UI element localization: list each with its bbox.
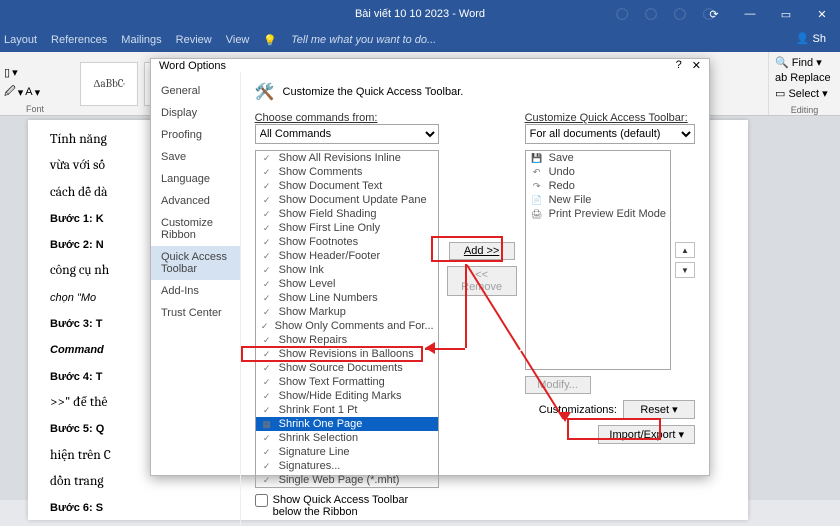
command-item[interactable]: ▦Shrink One Page: [256, 417, 438, 431]
tab-view[interactable]: View: [226, 34, 250, 46]
move-up-button[interactable]: ▲: [675, 242, 695, 258]
cat-language[interactable]: Language: [151, 168, 240, 190]
find-button[interactable]: 🔍 Find ▾: [775, 56, 834, 69]
cat-save[interactable]: Save: [151, 146, 240, 168]
choose-label: Choose commands from:: [255, 112, 439, 124]
command-item[interactable]: ✓Show First Line Only: [256, 221, 438, 235]
command-item[interactable]: ✓Show Revisions in Balloons: [256, 347, 438, 361]
command-item[interactable]: ✓Shrink Font 1 Pt: [256, 403, 438, 417]
command-item[interactable]: ✓Single Web Page (*.mht): [256, 473, 438, 487]
command-item[interactable]: ✓Show Line Numbers: [256, 291, 438, 305]
command-item[interactable]: ✓Show Source Documents: [256, 361, 438, 375]
auto-save-icon[interactable]: ⟳: [700, 4, 728, 24]
tab-references[interactable]: References: [51, 34, 107, 46]
qat-item[interactable]: 💾Save: [526, 151, 670, 165]
command-item[interactable]: ✓Show Markup: [256, 305, 438, 319]
window-controls: ⟳ — ▭ ✕: [700, 0, 836, 28]
qat-item[interactable]: ↷Redo: [526, 179, 670, 193]
command-item[interactable]: ✓Show Only Comments and For...: [256, 319, 438, 333]
qat-item[interactable]: 🖨Print Preview Edit Mode: [526, 207, 670, 221]
maximize-icon[interactable]: ▭: [772, 4, 800, 24]
share-button[interactable]: 👤 Sh: [788, 30, 834, 47]
tab-review[interactable]: Review: [176, 34, 212, 46]
titlebar: Bài viết 10 10 2023 - Word ◌ ◌ ◌ ◌ ⟳ — ▭…: [0, 0, 840, 28]
cat-customize-ribbon[interactable]: Customize Ribbon: [151, 212, 240, 246]
tab-mailings[interactable]: Mailings: [121, 34, 161, 46]
command-item[interactable]: ✓Signature Line: [256, 445, 438, 459]
select-button[interactable]: ▭ Select ▾: [775, 87, 834, 100]
cat-qat[interactable]: Quick Access Toolbar: [151, 246, 240, 280]
command-item[interactable]: ✓Show Comments: [256, 165, 438, 179]
command-item[interactable]: ✓Show Field Shading: [256, 207, 438, 221]
move-down-button[interactable]: ▼: [675, 262, 695, 278]
editing-label: Editing: [775, 105, 834, 115]
editing-group: 🔍 Find ▾ ab Replace ▭ Select ▾ Editing: [768, 52, 840, 115]
tab-layout[interactable]: Layout: [4, 34, 37, 46]
choose-commands-select[interactable]: All Commands: [255, 124, 439, 144]
command-item[interactable]: ✓Show Ink: [256, 263, 438, 277]
cat-advanced[interactable]: Advanced: [151, 190, 240, 212]
ribbon-tabs: Layout References Mailings Review View 💡…: [0, 28, 840, 52]
command-item[interactable]: ✓Show Document Text: [256, 179, 438, 193]
show-qat-below-label: Show Quick Access Toolbar below the Ribb…: [273, 494, 439, 518]
command-item[interactable]: ✓Show/Hide Editing Marks: [256, 389, 438, 403]
close-icon[interactable]: ✕: [808, 4, 836, 24]
qat-list[interactable]: 💾Save↶Undo↷Redo📄New File🖨Print Preview E…: [525, 150, 671, 370]
qat-item[interactable]: ↶Undo: [526, 165, 670, 179]
show-qat-below-checkbox[interactable]: [255, 494, 268, 507]
cat-addins[interactable]: Add-Ins: [151, 280, 240, 302]
command-item[interactable]: ✓Show Level: [256, 277, 438, 291]
minimize-icon[interactable]: —: [736, 4, 764, 24]
customize-qat-label: Customize Quick Access Toolbar:: [525, 112, 695, 124]
import-export-button[interactable]: Import/Export ▾: [598, 425, 695, 444]
command-item[interactable]: ✓Show Header/Footer: [256, 249, 438, 263]
reset-button[interactable]: Reset ▾: [623, 400, 695, 419]
customizations-label: Customizations:: [539, 404, 617, 416]
lightbulb-icon: 💡: [263, 34, 277, 47]
command-item[interactable]: ✓Show Footnotes: [256, 235, 438, 249]
qat-item[interactable]: 📄New File: [526, 193, 670, 207]
customize-scope-select[interactable]: For all documents (default): [525, 124, 695, 144]
command-item[interactable]: ✓Signatures...: [256, 459, 438, 473]
commands-list[interactable]: ✓Show All Revisions Inline✓Show Comments…: [255, 150, 439, 488]
command-item[interactable]: ✓Show Text Formatting: [256, 375, 438, 389]
dialog-close-icon[interactable]: ✕: [692, 59, 701, 72]
command-item[interactable]: ✓Show Document Update Pane: [256, 193, 438, 207]
cat-proofing[interactable]: Proofing: [151, 124, 240, 146]
tell-me-input[interactable]: Tell me what you want to do...: [291, 34, 436, 46]
command-item[interactable]: ✓Show All Revisions Inline: [256, 151, 438, 165]
cat-general[interactable]: General: [151, 80, 240, 102]
cat-trust[interactable]: Trust Center: [151, 302, 240, 324]
modify-button[interactable]: Modify...: [525, 376, 591, 394]
font-group: ▯▾ 🖉▾A▾: [0, 62, 70, 106]
dialog-title: Word Options: [159, 60, 226, 72]
remove-button[interactable]: << Remove: [447, 266, 517, 296]
qat-icon: 🛠️: [255, 82, 275, 102]
cat-display[interactable]: Display: [151, 102, 240, 124]
replace-button[interactable]: ab Replace: [775, 72, 834, 84]
command-item[interactable]: ✓Show Repairs: [256, 333, 438, 347]
app-title: Bài viết 10 10 2023 - Word: [355, 8, 485, 20]
add-button[interactable]: Add >>: [449, 242, 515, 260]
command-item[interactable]: ✓Shrink Selection: [256, 431, 438, 445]
dialog-help-icon[interactable]: ?: [676, 59, 682, 72]
dialog-heading: Customize the Quick Access Toolbar.: [283, 86, 464, 98]
font-group-label: Font: [26, 104, 44, 114]
dialog-categories: General Display Proofing Save Language A…: [151, 72, 241, 526]
word-options-dialog: Word Options ? ✕ General Display Proofin…: [150, 58, 710, 476]
